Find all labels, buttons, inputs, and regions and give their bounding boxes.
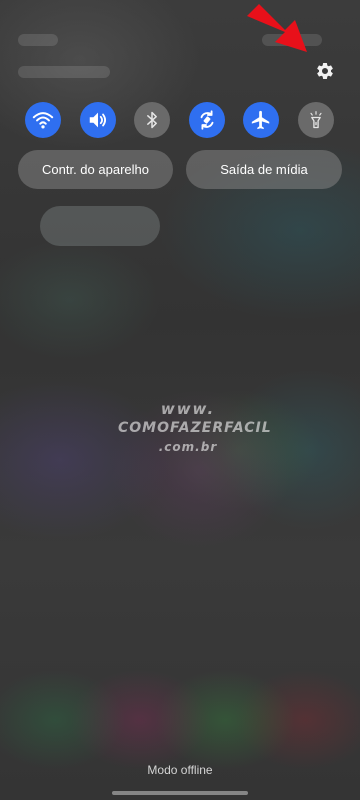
volume-icon xyxy=(89,112,107,128)
watermark-line-2: COMOFAZERFACIL xyxy=(118,420,272,436)
red-arrow-annotation xyxy=(247,4,307,52)
flashlight-toggle[interactable] xyxy=(298,102,334,138)
bluetooth-toggle[interactable] xyxy=(134,102,170,138)
auto-rotate-icon xyxy=(200,110,214,130)
wifi-toggle[interactable] xyxy=(25,102,61,138)
blurred-date xyxy=(18,66,110,78)
blurred-time xyxy=(18,34,58,46)
sound-toggle[interactable] xyxy=(80,102,116,138)
blurred-brightness-pill xyxy=(40,206,160,246)
network-status-text: Modo offline xyxy=(147,763,213,777)
watermark: www. COMOFAZERFACIL .com.br xyxy=(118,400,272,457)
airplane-mode-toggle[interactable] xyxy=(243,102,279,138)
media-output-button[interactable]: Saída de mídia xyxy=(186,150,342,189)
navigation-handle[interactable] xyxy=(112,791,248,795)
device-control-button[interactable]: Contr. do aparelho xyxy=(18,150,173,189)
media-output-label: Saída de mídia xyxy=(220,162,308,177)
auto-rotate-toggle[interactable] xyxy=(189,102,225,138)
wifi-icon xyxy=(32,112,54,129)
watermark-line-3: .com.br xyxy=(158,440,218,454)
bluetooth-icon xyxy=(147,111,157,129)
watermark-line-1: www. xyxy=(160,400,216,418)
settings-gear-icon[interactable] xyxy=(312,58,338,84)
flashlight-icon xyxy=(310,111,322,129)
airplane-icon xyxy=(251,110,270,130)
device-control-label: Contr. do aparelho xyxy=(42,162,149,177)
